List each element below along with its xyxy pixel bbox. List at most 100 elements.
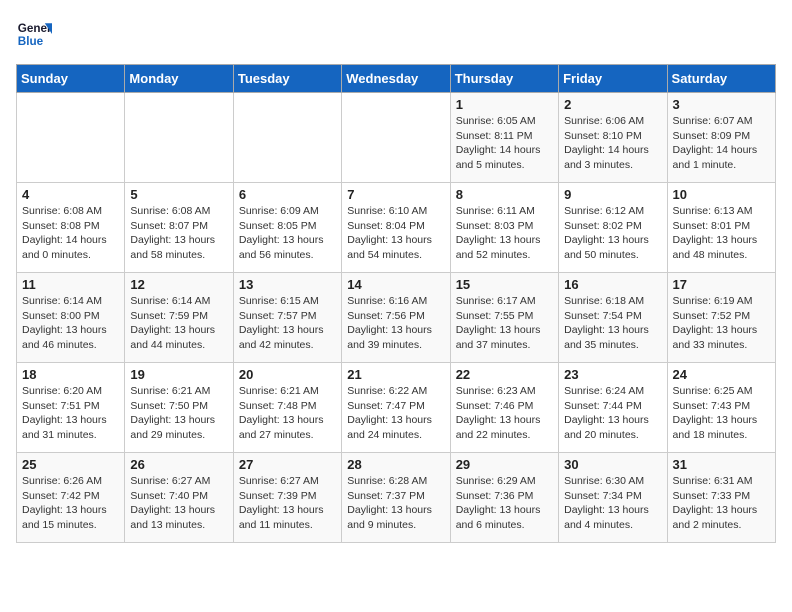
day-info: Sunrise: 6:08 AM Sunset: 8:07 PM Dayligh… (130, 204, 227, 263)
day-info: Sunrise: 6:20 AM Sunset: 7:51 PM Dayligh… (22, 384, 119, 443)
calendar-cell: 28 Sunrise: 6:28 AM Sunset: 7:37 PM Dayli… (342, 453, 450, 543)
day-info: Sunrise: 6:10 AM Sunset: 8:04 PM Dayligh… (347, 204, 444, 263)
calendar-cell: 3 Sunrise: 6:07 AM Sunset: 8:09 PM Daylig… (667, 93, 775, 183)
calendar-table: SundayMondayTuesdayWednesdayThursdayFrid… (16, 64, 776, 543)
day-number: 2 (564, 97, 661, 112)
day-info: Sunrise: 6:08 AM Sunset: 8:08 PM Dayligh… (22, 204, 119, 263)
day-number: 6 (239, 187, 336, 202)
calendar-cell: 30 Sunrise: 6:30 AM Sunset: 7:34 PM Dayli… (559, 453, 667, 543)
day-number: 20 (239, 367, 336, 382)
day-of-week-header: Saturday (667, 65, 775, 93)
day-number: 23 (564, 367, 661, 382)
calendar-cell (125, 93, 233, 183)
calendar-cell (17, 93, 125, 183)
calendar-cell: 21 Sunrise: 6:22 AM Sunset: 7:47 PM Dayli… (342, 363, 450, 453)
day-info: Sunrise: 6:14 AM Sunset: 7:59 PM Dayligh… (130, 294, 227, 353)
day-number: 4 (22, 187, 119, 202)
calendar-cell: 24Sunrise: 6:25 AM Sunset: 7:43 PM Dayli… (667, 363, 775, 453)
day-number: 13 (239, 277, 336, 292)
day-number: 18 (22, 367, 119, 382)
day-info: Sunrise: 6:12 AM Sunset: 8:02 PM Dayligh… (564, 204, 661, 263)
day-info: Sunrise: 6:21 AM Sunset: 7:48 PM Dayligh… (239, 384, 336, 443)
day-info: Sunrise: 6:14 AM Sunset: 8:00 PM Dayligh… (22, 294, 119, 353)
calendar-cell: 2Sunrise: 6:06 AM Sunset: 8:10 PM Daylig… (559, 93, 667, 183)
day-number: 19 (130, 367, 227, 382)
calendar-cell: 1 Sunrise: 6:05 AM Sunset: 8:11 PM Daylig… (450, 93, 558, 183)
day-info: Sunrise: 6:30 AM Sunset: 7:34 PM Dayligh… (564, 474, 661, 533)
calendar-cell: 18 Sunrise: 6:20 AM Sunset: 7:51 PM Dayli… (17, 363, 125, 453)
day-number: 1 (456, 97, 553, 112)
day-number: 22 (456, 367, 553, 382)
day-info: Sunrise: 6:27 AM Sunset: 7:39 PM Dayligh… (239, 474, 336, 533)
day-of-week-header: Friday (559, 65, 667, 93)
calendar-week-row: 1 Sunrise: 6:05 AM Sunset: 8:11 PM Daylig… (17, 93, 776, 183)
day-info: Sunrise: 6:09 AM Sunset: 8:05 PM Dayligh… (239, 204, 336, 263)
day-number: 9 (564, 187, 661, 202)
day-number: 26 (130, 457, 227, 472)
calendar-cell: 7Sunrise: 6:10 AM Sunset: 8:04 PM Daylig… (342, 183, 450, 273)
day-number: 5 (130, 187, 227, 202)
svg-text:Blue: Blue (18, 35, 44, 48)
calendar-header-row: SundayMondayTuesdayWednesdayThursdayFrid… (17, 65, 776, 93)
day-info: Sunrise: 6:15 AM Sunset: 7:57 PM Dayligh… (239, 294, 336, 353)
calendar-cell: 16 Sunrise: 6:18 AM Sunset: 7:54 PM Dayli… (559, 273, 667, 363)
day-info: Sunrise: 6:11 AM Sunset: 8:03 PM Dayligh… (456, 204, 553, 263)
day-number: 10 (673, 187, 770, 202)
calendar-cell: 27Sunrise: 6:27 AM Sunset: 7:39 PM Dayli… (233, 453, 341, 543)
day-info: Sunrise: 6:24 AM Sunset: 7:44 PM Dayligh… (564, 384, 661, 443)
calendar-cell: 29Sunrise: 6:29 AM Sunset: 7:36 PM Dayli… (450, 453, 558, 543)
day-number: 30 (564, 457, 661, 472)
day-info: Sunrise: 6:16 AM Sunset: 7:56 PM Dayligh… (347, 294, 444, 353)
day-info: Sunrise: 6:13 AM Sunset: 8:01 PM Dayligh… (673, 204, 770, 263)
day-info: Sunrise: 6:05 AM Sunset: 8:11 PM Dayligh… (456, 114, 553, 173)
calendar-cell: 23 Sunrise: 6:24 AM Sunset: 7:44 PM Dayli… (559, 363, 667, 453)
calendar-week-row: 25 Sunrise: 6:26 AM Sunset: 7:42 PM Dayli… (17, 453, 776, 543)
day-info: Sunrise: 6:28 AM Sunset: 7:37 PM Dayligh… (347, 474, 444, 533)
day-number: 8 (456, 187, 553, 202)
day-of-week-header: Sunday (17, 65, 125, 93)
calendar-cell: 6 Sunrise: 6:09 AM Sunset: 8:05 PM Daylig… (233, 183, 341, 273)
calendar-cell: 15Sunrise: 6:17 AM Sunset: 7:55 PM Dayli… (450, 273, 558, 363)
day-number: 28 (347, 457, 444, 472)
calendar-cell: 19Sunrise: 6:21 AM Sunset: 7:50 PM Dayli… (125, 363, 233, 453)
day-info: Sunrise: 6:07 AM Sunset: 8:09 PM Dayligh… (673, 114, 770, 173)
day-number: 29 (456, 457, 553, 472)
calendar-week-row: 11Sunrise: 6:14 AM Sunset: 8:00 PM Dayli… (17, 273, 776, 363)
calendar-cell: 20 Sunrise: 6:21 AM Sunset: 7:48 PM Dayli… (233, 363, 341, 453)
calendar-cell: 17 Sunrise: 6:19 AM Sunset: 7:52 PM Dayli… (667, 273, 775, 363)
calendar-cell: 12 Sunrise: 6:14 AM Sunset: 7:59 PM Dayli… (125, 273, 233, 363)
calendar-week-row: 4 Sunrise: 6:08 AM Sunset: 8:08 PM Daylig… (17, 183, 776, 273)
day-info: Sunrise: 6:23 AM Sunset: 7:46 PM Dayligh… (456, 384, 553, 443)
day-number: 31 (673, 457, 770, 472)
day-of-week-header: Monday (125, 65, 233, 93)
calendar-cell: 26Sunrise: 6:27 AM Sunset: 7:40 PM Dayli… (125, 453, 233, 543)
day-of-week-header: Thursday (450, 65, 558, 93)
day-number: 3 (673, 97, 770, 112)
day-of-week-header: Wednesday (342, 65, 450, 93)
day-info: Sunrise: 6:31 AM Sunset: 7:33 PM Dayligh… (673, 474, 770, 533)
calendar-cell: 14 Sunrise: 6:16 AM Sunset: 7:56 PM Dayli… (342, 273, 450, 363)
calendar-cell (233, 93, 341, 183)
day-number: 21 (347, 367, 444, 382)
calendar-cell: 4 Sunrise: 6:08 AM Sunset: 8:08 PM Daylig… (17, 183, 125, 273)
day-number: 14 (347, 277, 444, 292)
calendar-cell: 5 Sunrise: 6:08 AM Sunset: 8:07 PM Daylig… (125, 183, 233, 273)
calendar-cell: 11Sunrise: 6:14 AM Sunset: 8:00 PM Dayli… (17, 273, 125, 363)
logo-icon: General Blue (16, 16, 52, 52)
calendar-cell: 31 Sunrise: 6:31 AM Sunset: 7:33 PM Dayli… (667, 453, 775, 543)
calendar-cell: 9 Sunrise: 6:12 AM Sunset: 8:02 PM Daylig… (559, 183, 667, 273)
day-number: 12 (130, 277, 227, 292)
day-info: Sunrise: 6:19 AM Sunset: 7:52 PM Dayligh… (673, 294, 770, 353)
day-number: 24 (673, 367, 770, 382)
day-number: 17 (673, 277, 770, 292)
calendar-cell: 25 Sunrise: 6:26 AM Sunset: 7:42 PM Dayli… (17, 453, 125, 543)
day-number: 16 (564, 277, 661, 292)
day-info: Sunrise: 6:22 AM Sunset: 7:47 PM Dayligh… (347, 384, 444, 443)
day-info: Sunrise: 6:17 AM Sunset: 7:55 PM Dayligh… (456, 294, 553, 353)
calendar-cell: 13 Sunrise: 6:15 AM Sunset: 7:57 PM Dayli… (233, 273, 341, 363)
calendar-week-row: 18 Sunrise: 6:20 AM Sunset: 7:51 PM Dayli… (17, 363, 776, 453)
day-info: Sunrise: 6:26 AM Sunset: 7:42 PM Dayligh… (22, 474, 119, 533)
day-number: 25 (22, 457, 119, 472)
day-info: Sunrise: 6:18 AM Sunset: 7:54 PM Dayligh… (564, 294, 661, 353)
logo: General Blue (16, 16, 52, 52)
